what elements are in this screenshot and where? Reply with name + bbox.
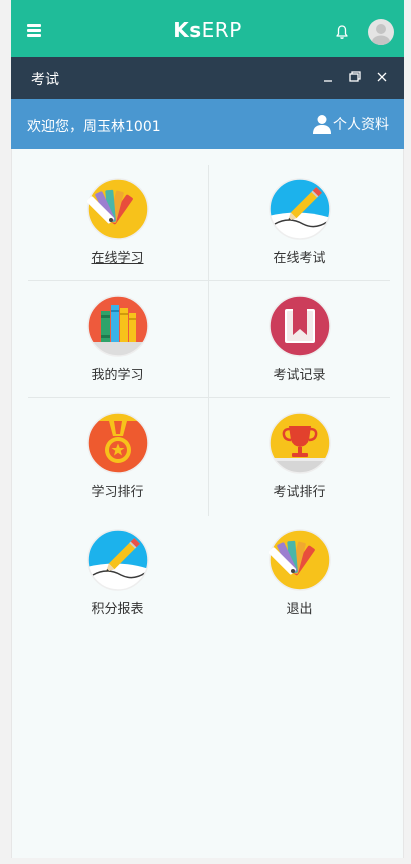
restore-icon[interactable] xyxy=(348,70,362,84)
menu-online-exam[interactable]: 在线考试 xyxy=(209,149,390,266)
menu-label: 在线学习 xyxy=(91,251,144,266)
color-palette-icon xyxy=(87,178,149,240)
menu-label: 考试记录 xyxy=(273,368,326,383)
pencil-icon xyxy=(87,529,149,591)
trophy-icon xyxy=(269,412,331,474)
menu-logout[interactable]: 退出 xyxy=(209,500,390,617)
menu-study-ranking[interactable]: 学习排行 xyxy=(27,383,208,500)
menu-label: 退出 xyxy=(286,602,313,617)
menu-label: 学习排行 xyxy=(91,485,144,500)
app-header: KsERP xyxy=(11,0,404,57)
menu-label: 我的学习 xyxy=(91,368,144,383)
menu-label: 考试排行 xyxy=(273,485,326,500)
bell-icon[interactable] xyxy=(335,24,349,40)
minimize-icon[interactable] xyxy=(321,70,335,84)
welcome-bar: 欢迎您，周玉林1001 个人资料 xyxy=(11,99,404,149)
close-icon[interactable] xyxy=(375,70,389,84)
user-avatar[interactable] xyxy=(368,19,394,45)
profile-link[interactable]: 个人资料 xyxy=(313,114,389,134)
menu-points-report[interactable]: 积分报表 xyxy=(27,500,208,617)
color-palette-icon xyxy=(269,529,331,591)
menu-panel: 在线学习 在线考试 我的学习 考试记录 学习排行 考试排行 积分报表 退出 xyxy=(11,149,404,858)
window-titlebar: 考试 xyxy=(11,57,404,99)
welcome-text: 欢迎您，周玉林1001 xyxy=(27,119,161,135)
pencil-icon xyxy=(269,178,331,240)
menu-exam-records[interactable]: 考试记录 xyxy=(209,266,390,383)
books-icon xyxy=(87,295,149,357)
menu-label: 在线考试 xyxy=(273,251,326,266)
profile-label: 个人资料 xyxy=(333,117,389,133)
menu-label: 积分报表 xyxy=(91,602,144,617)
user-icon xyxy=(313,115,331,134)
window-title: 考试 xyxy=(31,72,59,88)
menu-exam-ranking[interactable]: 考试排行 xyxy=(209,383,390,500)
medal-icon xyxy=(87,412,149,474)
menu-online-study[interactable]: 在线学习 xyxy=(27,149,208,266)
menu-my-study[interactable]: 我的学习 xyxy=(27,266,208,383)
bookmark-icon xyxy=(269,295,331,357)
